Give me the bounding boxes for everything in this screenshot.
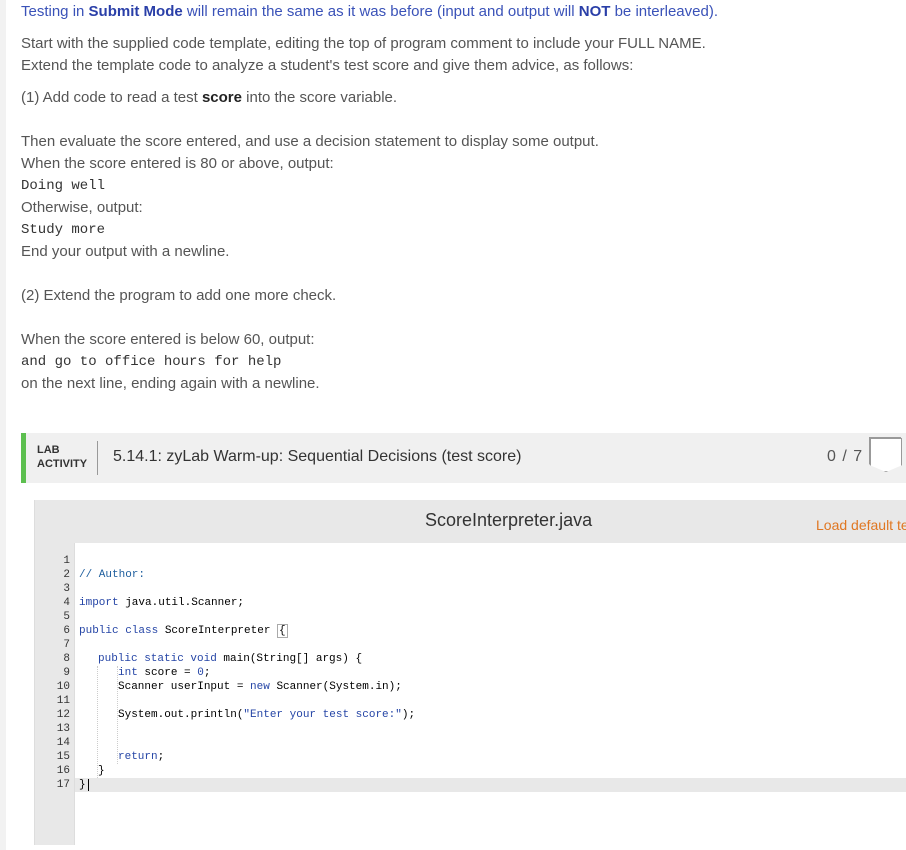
load-default-template-link[interactable]: Load default te xyxy=(816,517,906,533)
line-number: 16 xyxy=(56,765,70,777)
instruction-text: on the next line, ending again with a ne… xyxy=(21,375,320,392)
line-number: 8 xyxy=(63,653,70,665)
instruction-text: When the score entered is 80 or above, o… xyxy=(21,155,334,172)
lab-activity-header: LAB ACTIVITY 5.14.1: zyLab Warm-up: Sequ… xyxy=(21,433,906,483)
code-line-2: // Author: xyxy=(79,569,146,581)
code-line-8: public static void main(String[] args) { xyxy=(98,653,363,665)
line-number: 13 xyxy=(56,723,70,735)
code-line-4: import java.util.Scanner; xyxy=(79,597,245,609)
code-line-6: public class ScoreInterpreter { xyxy=(79,624,288,638)
editor-header: ScoreInterpreter.java Load default te xyxy=(35,500,906,543)
expected-output: Doing well xyxy=(21,178,106,194)
line-number: 7 xyxy=(63,639,70,651)
line-number: 1 xyxy=(63,555,70,567)
instruction-text: End your output with a newline. xyxy=(21,243,230,260)
instruction-text: When the score entered is below 60, outp… xyxy=(21,331,315,348)
matched-brace: { xyxy=(277,624,288,638)
code-line-10: Scanner userInput = new Scanner(System.i… xyxy=(118,681,402,693)
instruction-text: Then evaluate the score entered, and use… xyxy=(21,133,599,150)
instruction-text: Extend the template code to analyze a st… xyxy=(21,57,634,74)
line-number: 14 xyxy=(56,737,70,749)
code-editor[interactable]: 1 2 3 4 5 6 7 8 9 10 11 12 13 14 15 16 1… xyxy=(35,543,906,845)
text-cursor xyxy=(88,779,89,791)
expected-output: and go to office hours for help xyxy=(21,354,282,370)
lab-activity-tag: LAB ACTIVITY xyxy=(37,444,88,470)
instruction-text: Otherwise, output: xyxy=(21,199,143,216)
line-number: 11 xyxy=(56,695,70,707)
code-line-9: int score = 0; xyxy=(118,667,211,679)
instruction-text: Start with the supplied code template, e… xyxy=(21,35,706,52)
header-divider xyxy=(97,441,98,475)
expected-output: Study more xyxy=(21,222,106,238)
line-number: 17 xyxy=(56,779,70,791)
code-line-16: } xyxy=(98,765,105,777)
code-editor-panel: ScoreInterpreter.java Load default te 1 … xyxy=(34,500,906,845)
line-number: 9 xyxy=(63,667,70,679)
code-line-17: } xyxy=(79,779,86,791)
line-number: 4 xyxy=(63,597,70,609)
line-number: 12 xyxy=(56,709,70,721)
line-number: 3 xyxy=(63,583,70,595)
lab-score: 0 / 7 xyxy=(827,448,864,465)
line-number-gutter: 1 2 3 4 5 6 7 8 9 10 11 12 13 14 15 16 1… xyxy=(35,543,75,845)
indent-guide xyxy=(97,666,98,778)
line-number: 5 xyxy=(63,611,70,623)
step-2-text: (2) Extend the program to add one more c… xyxy=(21,287,337,304)
file-name: ScoreInterpreter.java xyxy=(425,510,593,530)
active-line-highlight xyxy=(75,778,906,792)
code-line-12: System.out.println("Enter your test scor… xyxy=(118,709,416,721)
step-1-text: (1) Add code to read a test score into t… xyxy=(21,89,398,106)
completion-badge-fill xyxy=(870,438,902,472)
page-left-edge xyxy=(0,0,6,850)
line-number: 2 xyxy=(63,569,70,581)
line-number: 6 xyxy=(63,625,70,637)
code-line-15: return; xyxy=(118,751,165,763)
line-number: 15 xyxy=(56,751,70,763)
line-number: 10 xyxy=(56,681,70,693)
submit-mode-note: Testing in Submit Mode will remain the s… xyxy=(21,3,718,20)
lab-accent-bar xyxy=(21,433,26,483)
lab-title: 5.14.1: zyLab Warm-up: Sequential Decisi… xyxy=(113,448,522,465)
